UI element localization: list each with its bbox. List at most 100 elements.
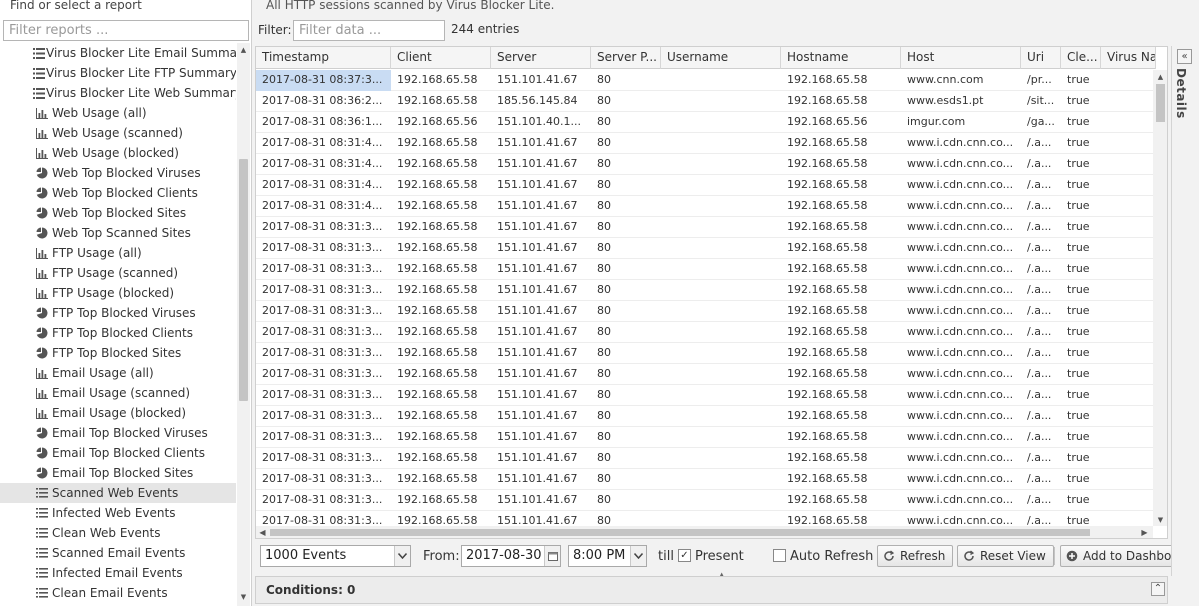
report-tree-item[interactable]: Clean Email Events — [0, 583, 236, 603]
report-tree-item[interactable]: Infected Web Events — [0, 503, 236, 523]
auto-refresh-checkbox[interactable] — [773, 549, 786, 562]
report-tree-item[interactable]: Virus Blocker Lite Web Summary — [0, 83, 236, 103]
list-icon — [33, 46, 45, 60]
from-date-field[interactable]: 2017-08-30 — [461, 545, 561, 567]
details-label[interactable]: Details — [1174, 68, 1188, 119]
report-tree-item[interactable]: Virus Blocker Lite Email Summary — [0, 43, 236, 63]
table-row[interactable]: 2017-08-31 08:31:3... 192.168.65.58 151.10… — [256, 343, 1153, 364]
report-tree-item[interactable]: Email Top Blocked Viruses — [0, 423, 236, 443]
report-tree-item[interactable]: FTP Usage (scanned) — [0, 263, 236, 283]
conditions-panel[interactable]: Conditions: 0 ⌃ — [255, 576, 1168, 604]
cell-hostname: 192.168.65.58 — [787, 178, 868, 191]
report-tree-item[interactable]: FTP Usage (all) — [0, 243, 236, 263]
report-tree-item[interactable]: Email Top Blocked Sites — [0, 463, 236, 483]
column-header-host[interactable]: Host — [901, 47, 1021, 69]
report-tree-item[interactable]: Virus Blocker Lite FTP Summary — [0, 63, 236, 83]
table-row[interactable]: 2017-08-31 08:31:3... 192.168.65.58 151.10… — [256, 469, 1153, 490]
report-tree-item[interactable]: Web Usage (blocked) — [0, 143, 236, 163]
report-tree-item[interactable]: Web Top Scanned Sites — [0, 223, 236, 243]
events-limit-select[interactable]: 1000 Events — [260, 545, 411, 567]
cell-clean: true — [1067, 178, 1090, 191]
report-tree-item[interactable]: Web Top Blocked Viruses — [0, 163, 236, 183]
reset-view-button[interactable]: Reset View — [957, 545, 1054, 567]
table-row[interactable]: 2017-08-31 08:31:3... 192.168.65.58 151.10… — [256, 490, 1153, 511]
table-row[interactable]: 2017-08-31 08:31:3... 192.168.65.58 151.10… — [256, 280, 1153, 301]
table-row[interactable]: 2017-08-31 08:31:3... 192.168.65.58 151.10… — [256, 427, 1153, 448]
cell-host: www.i.cdn.cnn.co... — [907, 325, 1014, 338]
cell-username — [661, 343, 781, 364]
report-tree-item[interactable]: Infected Email Events — [0, 563, 236, 583]
table-row[interactable]: 2017-08-31 08:31:3... 192.168.65.58 151.10… — [256, 217, 1153, 238]
bar-chart-icon — [33, 106, 51, 120]
filter-data-input[interactable] — [293, 20, 445, 41]
table-row[interactable]: 2017-08-31 08:31:4... 192.168.65.58 151.10… — [256, 196, 1153, 217]
report-tree-item[interactable]: Email Top Blocked Clients — [0, 443, 236, 463]
table-row[interactable]: 2017-08-31 08:31:3... 192.168.65.58 151.10… — [256, 406, 1153, 427]
cell-server: 151.101.41.67 — [497, 220, 578, 233]
table-row[interactable]: 2017-08-31 08:31:3... 192.168.65.58 151.10… — [256, 238, 1153, 259]
report-tree-item[interactable]: Email Usage (all) — [0, 363, 236, 383]
cell-hostname: 192.168.65.58 — [787, 262, 868, 275]
table-row[interactable]: 2017-08-31 08:31:3... 192.168.65.58 151.10… — [256, 301, 1153, 322]
table-row[interactable]: 2017-08-31 08:37:3... 192.168.65.58 151.10… — [256, 70, 1153, 91]
report-tree-item[interactable]: FTP Top Blocked Clients — [0, 323, 236, 343]
column-header-server[interactable]: Server — [491, 47, 591, 69]
report-tree-scrollbar[interactable]: ▲ ▼ — [237, 43, 250, 606]
scroll-up-arrow-icon[interactable]: ▲ — [1156, 73, 1165, 81]
table-row[interactable]: 2017-08-31 08:36:2... 192.168.65.58 185.56… — [256, 91, 1153, 112]
report-tree-item[interactable]: FTP Usage (blocked) — [0, 283, 236, 303]
scrollbar-thumb[interactable] — [1156, 84, 1165, 122]
filter-reports-input[interactable] — [3, 20, 249, 41]
chevron-down-icon[interactable] — [394, 546, 410, 566]
present-checkbox[interactable]: ✓ — [678, 549, 691, 562]
column-header-hostname[interactable]: Hostname — [781, 47, 901, 69]
grid-horizontal-scrollbar[interactable]: ◀ ▶ — [256, 526, 1153, 538]
report-tree-item-label: Scanned Web Events — [52, 486, 179, 500]
column-header-timestamp[interactable]: Timestamp — [256, 47, 391, 69]
cell-client: 192.168.65.58 — [397, 73, 478, 86]
cell-hostname: 192.168.65.58 — [787, 94, 868, 107]
scroll-up-arrow-icon[interactable]: ▲ — [239, 46, 248, 54]
expand-up-icon[interactable]: ⌃ — [1151, 582, 1165, 596]
report-tree-item[interactable]: Web Top Blocked Clients — [0, 183, 236, 203]
column-header-username[interactable]: Username — [661, 47, 781, 69]
report-tree-item[interactable]: Clean Web Events — [0, 523, 236, 543]
report-tree-item[interactable]: FTP Top Blocked Viruses — [0, 303, 236, 323]
column-header-uri[interactable]: Uri — [1021, 47, 1061, 69]
column-header-virus-name[interactable]: Virus Nam — [1101, 47, 1156, 69]
refresh-button[interactable]: Refresh — [877, 545, 954, 567]
scroll-down-arrow-icon[interactable]: ▼ — [1156, 516, 1165, 524]
report-tree-item[interactable]: Email Usage (blocked) — [0, 403, 236, 423]
column-header-server-port[interactable]: Server P... — [591, 47, 661, 69]
table-row[interactable]: 2017-08-31 08:31:3... 192.168.65.58 151.10… — [256, 322, 1153, 343]
report-tree-item[interactable]: Web Usage (scanned) — [0, 123, 236, 143]
table-row[interactable]: 2017-08-31 08:31:4... 192.168.65.58 151.10… — [256, 154, 1153, 175]
report-tree-item[interactable]: Web Usage (all) — [0, 103, 236, 123]
column-header-clean[interactable]: Cle... — [1061, 47, 1101, 69]
report-tree-item[interactable]: FTP Top Blocked Sites — [0, 343, 236, 363]
scroll-down-arrow-icon[interactable]: ▼ — [239, 593, 248, 601]
scrollbar-thumb[interactable] — [270, 529, 1090, 536]
scrollbar-thumb[interactable] — [239, 159, 248, 401]
expand-left-icon[interactable]: « — [1177, 49, 1192, 64]
report-tree-item[interactable]: Email Usage (scanned) — [0, 383, 236, 403]
table-row[interactable]: 2017-08-31 08:31:4... 192.168.65.58 151.10… — [256, 175, 1153, 196]
table-row[interactable]: 2017-08-31 08:31:3... 192.168.65.58 151.10… — [256, 511, 1153, 526]
chevron-down-icon[interactable] — [630, 546, 646, 566]
table-row[interactable]: 2017-08-31 08:31:3... 192.168.65.58 151.10… — [256, 364, 1153, 385]
event-list-icon — [33, 526, 51, 540]
table-row[interactable]: 2017-08-31 08:36:1... 192.168.65.56 151.10… — [256, 112, 1153, 133]
report-tree-item[interactable]: Web Top Blocked Sites — [0, 203, 236, 223]
from-time-select[interactable]: 8:00 PM — [568, 545, 647, 567]
scroll-left-arrow-icon[interactable]: ◀ — [258, 528, 267, 537]
table-row[interactable]: 2017-08-31 08:31:3... 192.168.65.58 151.10… — [256, 259, 1153, 280]
scroll-right-arrow-icon[interactable]: ▶ — [1140, 528, 1149, 537]
table-row[interactable]: 2017-08-31 08:31:3... 192.168.65.58 151.10… — [256, 385, 1153, 406]
calendar-icon[interactable] — [544, 546, 560, 566]
column-header-client[interactable]: Client — [391, 47, 491, 69]
table-row[interactable]: 2017-08-31 08:31:4... 192.168.65.58 151.10… — [256, 133, 1153, 154]
report-tree-item[interactable]: Scanned Web Events — [0, 483, 236, 503]
grid-vertical-scrollbar[interactable]: ▲ ▼ — [1153, 70, 1167, 526]
report-tree-item[interactable]: Scanned Email Events — [0, 543, 236, 563]
table-row[interactable]: 2017-08-31 08:31:3... 192.168.65.58 151.10… — [256, 448, 1153, 469]
